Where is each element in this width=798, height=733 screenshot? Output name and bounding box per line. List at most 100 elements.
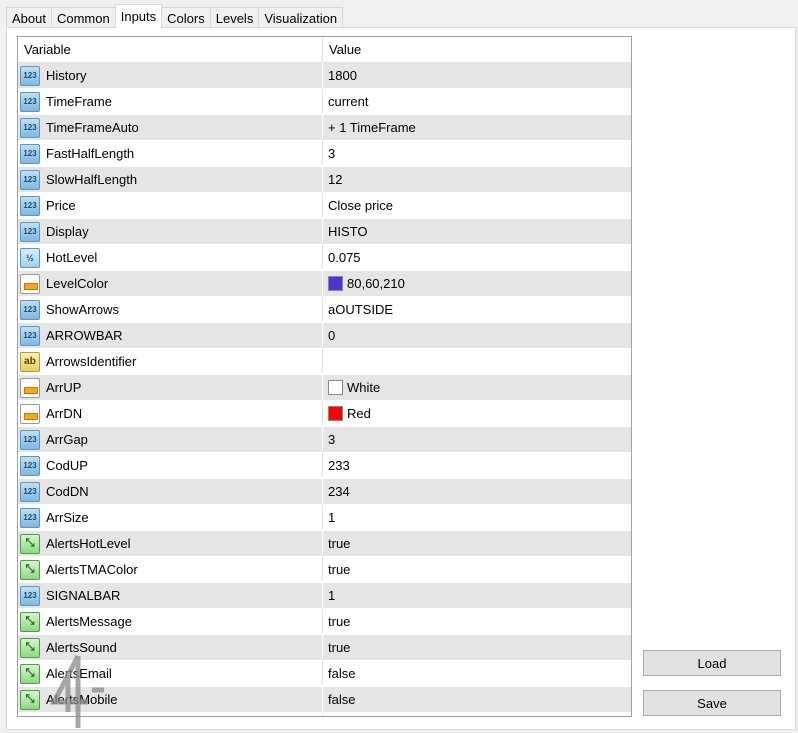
table-row[interactable]: ½ HotLevel 0.075: [18, 245, 631, 271]
tab-visualization[interactable]: Visualization: [258, 7, 344, 28]
int-icon: 123: [20, 65, 40, 86]
value-cell[interactable]: aOUTSIDE: [323, 297, 631, 322]
variable-column-header[interactable]: Variable: [18, 37, 323, 62]
int-icon: 123: [20, 299, 40, 320]
variable-cell: 123 CodUP: [18, 453, 323, 478]
table-row[interactable]: ArrUP White: [18, 375, 631, 401]
table-row[interactable]: 123 SlowHalfLength 12: [18, 167, 631, 193]
value-text: true: [328, 640, 351, 655]
table-row[interactable]: 123 History 1800: [18, 63, 631, 89]
tab-bar: About Common Inputs Colors Levels Visualizati…: [6, 4, 344, 28]
variable-name: SlowHalfLength: [46, 172, 138, 187]
value-cell[interactable]: + 1 TimeFrame: [323, 115, 631, 140]
variable-cell: 123 TimeFrame: [18, 89, 323, 114]
value-cell[interactable]: 1: [323, 505, 631, 530]
tab-inputs[interactable]: Inputs: [114, 4, 163, 28]
variable-name: CodDN: [46, 484, 89, 499]
value-cell[interactable]: Close price: [323, 193, 631, 218]
int-icon: 123: [20, 169, 40, 190]
table-row[interactable]: ⤡ AlertsEmail false: [18, 661, 631, 687]
value-cell[interactable]: [323, 349, 631, 374]
value-cell[interactable]: false: [323, 687, 631, 712]
table-row[interactable]: ⤡ AlertsMobile false: [18, 687, 631, 713]
variable-name: TimeFrame: [46, 94, 112, 109]
bool-icon: ⤡: [20, 637, 40, 658]
value-cell[interactable]: 233: [323, 453, 631, 478]
save-button[interactable]: Save: [643, 690, 781, 716]
table-row[interactable]: 123 TimeFrame current: [18, 89, 631, 115]
value-cell[interactable]: 80,60,210: [323, 271, 631, 296]
table-row[interactable]: 123 ShowArrows aOUTSIDE: [18, 297, 631, 323]
variable-cell: 123 FastHalfLength: [18, 141, 323, 166]
table-row[interactable]: 123 FastHalfLength 3: [18, 141, 631, 167]
table-row[interactable]: 123 Price Close price: [18, 193, 631, 219]
value-column-header[interactable]: Value: [323, 37, 631, 62]
value-cell[interactable]: 0.075: [323, 245, 631, 270]
int-icon: 123: [20, 481, 40, 502]
tab-levels[interactable]: Levels: [209, 7, 260, 28]
value-cell[interactable]: White: [323, 375, 631, 400]
value-cell[interactable]: Red: [323, 401, 631, 426]
value-cell[interactable]: HISTO: [323, 219, 631, 244]
variable-name: FastHalfLength: [46, 146, 135, 161]
variable-cell: 123 ShowArrows: [18, 297, 323, 322]
variable-cell: ab ArrowsIdentifier: [18, 349, 323, 374]
table-row[interactable]: ArrDN Red: [18, 401, 631, 427]
table-row[interactable]: ⤡ AlertsTMAColor true: [18, 557, 631, 583]
value-cell[interactable]: true: [323, 635, 631, 660]
variable-name: AlertsHotLevel: [46, 536, 131, 551]
table-row[interactable]: ⤡ AlertsHotLevel true: [18, 531, 631, 557]
table-row[interactable]: 123 TimeFrameAuto + 1 TimeFrame: [18, 115, 631, 141]
value-text: 0: [328, 328, 336, 343]
value-text: 1800: [328, 68, 357, 83]
value-cell[interactable]: 1800: [323, 63, 631, 88]
table-row[interactable]: 123 CodDN 234: [18, 479, 631, 505]
value-cell[interactable]: 12: [323, 167, 631, 192]
value-text: 80,60,210: [347, 276, 405, 291]
value-text: false: [328, 666, 356, 681]
value-text: White: [347, 380, 381, 395]
value-cell[interactable]: 3: [323, 427, 631, 452]
table-row[interactable]: 123 ARROWBAR 0: [18, 323, 631, 349]
tab-common[interactable]: Common: [50, 7, 116, 28]
table-row[interactable]: 123 ArrSize 1: [18, 505, 631, 531]
color-icon: [20, 377, 40, 398]
value-cell[interactable]: 1: [323, 583, 631, 608]
value-cell[interactable]: true: [323, 531, 631, 556]
value-cell[interactable]: false: [323, 661, 631, 686]
int-icon: 123: [20, 195, 40, 216]
value-text: 0.075: [328, 250, 361, 265]
bool-icon: ⤡: [20, 533, 40, 554]
bool-icon: ⤡: [20, 663, 40, 684]
value-cell[interactable]: 234: [323, 479, 631, 504]
value-cell[interactable]: true: [323, 557, 631, 582]
value-cell[interactable]: true: [323, 609, 631, 634]
value-text: 234: [328, 484, 350, 499]
value-cell[interactable]: current: [323, 89, 631, 114]
variable-name: ShowArrows: [46, 302, 119, 317]
value-text: Close price: [328, 198, 394, 213]
variable-cell: 123 History: [18, 63, 323, 88]
table-row[interactable]: 123 CodUP 233: [18, 453, 631, 479]
value-cell[interactable]: 0: [323, 323, 631, 348]
value-cell[interactable]: expert.wav: [323, 713, 631, 716]
table-row[interactable]: ab ArrowsIdentifier: [18, 349, 631, 375]
tab-about[interactable]: About: [6, 7, 52, 28]
load-button[interactable]: Load: [643, 650, 781, 676]
value-cell[interactable]: 3: [323, 141, 631, 166]
variable-cell: 123 ArrGap: [18, 427, 323, 452]
variable-name: CodUP: [46, 458, 88, 473]
int-icon: 123: [20, 117, 40, 138]
table-row[interactable]: abSoundFileexpert.wav: [18, 713, 631, 716]
table-row[interactable]: 123 Display HISTO: [18, 219, 631, 245]
int-icon: 123: [20, 325, 40, 346]
value-text: 3: [328, 146, 336, 161]
variable-name: HotLevel: [46, 250, 98, 265]
table-row[interactable]: ⤡ AlertsMessage true: [18, 609, 631, 635]
table-row[interactable]: 123 ArrGap 3: [18, 427, 631, 453]
tab-colors[interactable]: Colors: [161, 7, 211, 28]
table-row[interactable]: LevelColor 80,60,210: [18, 271, 631, 297]
table-row[interactable]: 123 SIGNALBAR 1: [18, 583, 631, 609]
table-row[interactable]: ⤡ AlertsSound true: [18, 635, 631, 661]
color-icon: [20, 273, 40, 294]
